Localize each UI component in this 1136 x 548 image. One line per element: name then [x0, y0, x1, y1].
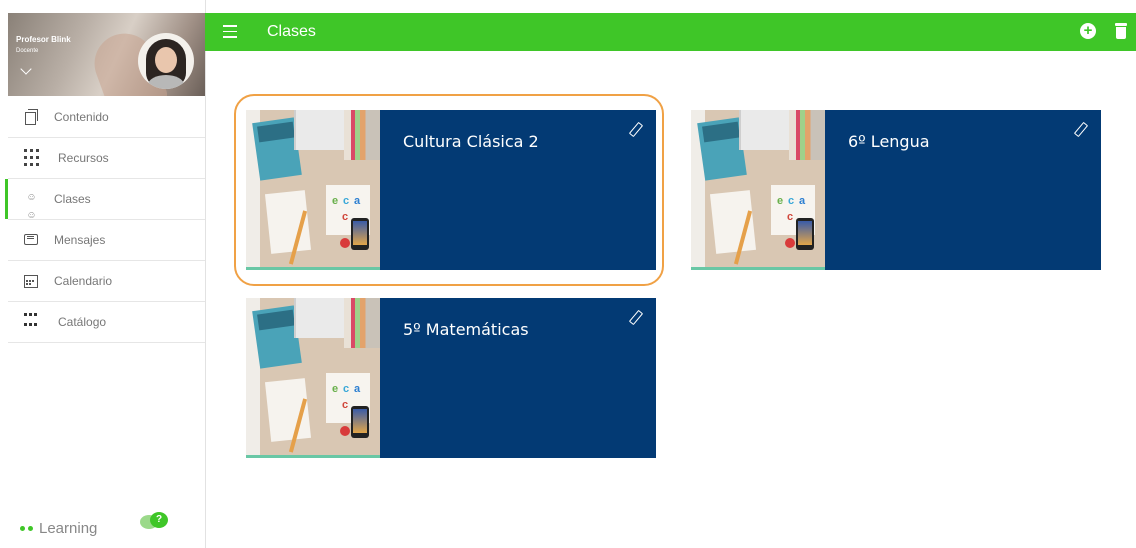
class-cover-image: ecac: [246, 110, 380, 270]
class-cover-image: ecac: [246, 298, 380, 458]
sidebar-item-contenido[interactable]: Contenido: [8, 97, 205, 138]
catalog-icon: [22, 309, 44, 335]
chevron-down-icon[interactable]: [20, 63, 32, 75]
add-class-button[interactable]: +: [1080, 23, 1096, 39]
trash-icon[interactable]: [1115, 22, 1127, 40]
profile-name: Profesor Blink: [16, 35, 71, 44]
class-cover-image: ecac: [691, 110, 825, 270]
sidebar-nav: Contenido Recursos Clases Mensajes Calen…: [5, 97, 205, 343]
sidebar-item-label: Catálogo: [58, 315, 107, 329]
class-card[interactable]: ecac Cultura Clásica 2: [246, 110, 656, 270]
sidebar-item-clases[interactable]: Clases: [5, 179, 205, 225]
class-title: 5º Matemáticas: [403, 320, 529, 339]
copy-icon: [22, 108, 40, 126]
message-icon: [22, 231, 40, 249]
top-bar: Clases +: [205, 13, 1136, 51]
logo-text: Learning: [39, 520, 98, 537]
hamburger-menu-icon[interactable]: [223, 25, 237, 38]
sidebar-item-calendario[interactable]: Calendario: [8, 261, 205, 302]
avatar[interactable]: [138, 33, 194, 89]
profile-role: Docente: [16, 48, 39, 54]
people-icon: [22, 189, 40, 225]
sidebar-item-label: Calendario: [54, 274, 113, 288]
class-card[interactable]: ecac 6º Lengua: [691, 110, 1101, 270]
help-chat-icon[interactable]: ?: [140, 512, 170, 532]
sidebar-item-mensajes[interactable]: Mensajes: [8, 220, 205, 261]
grid-icon: [22, 147, 44, 169]
sidebar: Profesor Blink Docente Contenido Recurso…: [0, 0, 206, 548]
sidebar-item-label: Contenido: [54, 110, 109, 124]
sidebar-item-catalogo[interactable]: Catálogo: [8, 302, 205, 343]
class-title: 6º Lengua: [848, 132, 930, 151]
page-title: Clases: [267, 23, 316, 40]
edit-pencil-icon[interactable]: [628, 310, 642, 324]
logo-dots-icon: [20, 526, 33, 531]
sidebar-item-recursos[interactable]: Recursos: [8, 138, 205, 179]
class-card[interactable]: ecac 5º Matemáticas: [246, 298, 656, 458]
calendar-icon: [22, 272, 40, 290]
edit-pencil-icon[interactable]: [628, 122, 642, 136]
help-badge: ?: [150, 512, 168, 528]
learning-logo: Learning: [20, 520, 97, 537]
class-title: Cultura Clásica 2: [403, 132, 539, 151]
sidebar-item-label: Recursos: [58, 151, 109, 165]
sidebar-item-label: Clases: [54, 192, 91, 206]
profile-header[interactable]: Profesor Blink Docente: [8, 13, 205, 96]
edit-pencil-icon[interactable]: [1073, 122, 1087, 136]
sidebar-item-label: Mensajes: [54, 233, 106, 247]
